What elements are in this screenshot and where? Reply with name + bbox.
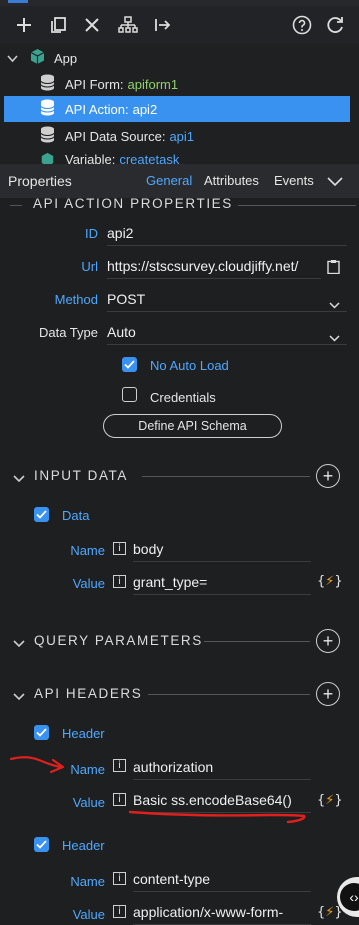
bolt-icon[interactable]: {⚡} xyxy=(317,574,343,589)
tree-node-label: App xyxy=(54,50,78,66)
plus-icon[interactable] xyxy=(13,14,35,36)
chevron-down-icon[interactable] xyxy=(7,51,19,66)
top-strip xyxy=(0,0,359,6)
tab-attributes[interactable]: Attributes xyxy=(204,173,259,188)
credentials-checkbox[interactable] xyxy=(122,387,137,402)
credentials-label: Credentials xyxy=(150,390,216,405)
refresh-icon[interactable] xyxy=(324,14,346,36)
tree-node-variable[interactable]: Variable: createtask xyxy=(0,148,359,164)
close-icon[interactable] xyxy=(81,14,103,36)
properties-title: Properties xyxy=(8,173,72,189)
data-type-select[interactable]: Auto xyxy=(107,321,347,345)
info-icon[interactable]: i xyxy=(113,575,126,588)
name-label: Name xyxy=(70,543,105,558)
database-icon xyxy=(40,126,56,146)
tab-events[interactable]: Events xyxy=(274,173,314,188)
chevron-down-icon[interactable] xyxy=(13,471,25,486)
add-header-button[interactable]: + xyxy=(316,682,340,706)
section-divider xyxy=(142,476,310,477)
tree-node-label: API Data Source: xyxy=(65,128,166,144)
url-label: Url xyxy=(81,259,98,274)
define-api-schema-button[interactable]: Define API Schema xyxy=(103,414,282,438)
data-type-label: Data Type xyxy=(38,325,98,340)
annotation-arrow xyxy=(9,756,65,774)
properties-panel: API ACTION PROPERTIES ID api2 Url https:… xyxy=(0,198,359,925)
tree-node-value: createtask xyxy=(119,152,180,164)
tab-general[interactable]: General xyxy=(146,173,192,188)
section-title-input-data: INPUT DATA xyxy=(34,468,129,483)
chevron-down-icon[interactable] xyxy=(327,175,343,190)
tree-node-value: apiform1 xyxy=(127,76,179,92)
copy-icon[interactable] xyxy=(47,14,69,36)
value-field[interactable]: grant_type= xyxy=(133,571,311,595)
url-field[interactable]: https://stscsurvey.cloudjiffy.net/ xyxy=(107,255,321,279)
database-icon xyxy=(40,99,56,119)
clipboard-icon[interactable] xyxy=(327,259,340,277)
info-icon[interactable]: i xyxy=(113,793,126,806)
name-field[interactable]: authorization xyxy=(133,756,311,780)
value-label: Value xyxy=(72,576,105,591)
component-tree: App API Form: apiform1 API Action: api2 … xyxy=(0,44,359,164)
tree-node-value: api1 xyxy=(169,128,195,144)
tree-node-app[interactable]: App xyxy=(0,45,359,71)
id-field[interactable]: api2 xyxy=(107,222,347,246)
header-group-label: Header xyxy=(62,838,105,853)
cube-icon xyxy=(29,48,47,68)
add-input-data-button[interactable]: + xyxy=(316,464,340,488)
info-icon[interactable]: i xyxy=(113,905,126,918)
section-divider xyxy=(204,641,310,642)
name-label: Name xyxy=(70,874,105,889)
no-auto-load-checkbox[interactable] xyxy=(122,357,137,372)
header-group-label: Header xyxy=(62,726,105,741)
section-title-api-headers: API HEADERS xyxy=(34,686,143,701)
section-title-api-action: API ACTION PROPERTIES xyxy=(33,198,233,211)
database-icon xyxy=(40,74,56,94)
header-checkbox[interactable] xyxy=(34,725,49,740)
section-divider xyxy=(148,694,310,695)
chevron-down-icon[interactable] xyxy=(329,297,340,312)
id-label: ID xyxy=(85,226,98,241)
tree-node-label: API Form: xyxy=(65,76,124,92)
no-auto-load-label: No Auto Load xyxy=(150,358,229,373)
arrow-right-bar-icon[interactable] xyxy=(152,14,174,36)
tree-node-api-form[interactable]: API Form: apiform1 xyxy=(0,71,359,97)
data-group-label: Data xyxy=(62,508,90,523)
name-field[interactable]: body xyxy=(133,538,311,562)
properties-header: Properties General Attributes Events xyxy=(0,164,359,198)
chevron-down-icon[interactable] xyxy=(13,636,25,651)
cube-icon xyxy=(40,152,56,164)
section-title-query-parameters: QUERY PARAMETERS xyxy=(34,633,203,648)
code-icon: ‹› xyxy=(340,883,359,911)
toolbar xyxy=(0,0,359,44)
chevron-down-icon[interactable] xyxy=(329,330,340,345)
value-label: Value xyxy=(72,795,105,810)
chevron-down-icon[interactable] xyxy=(13,689,25,704)
section-divider xyxy=(238,205,356,206)
tree-node-value: api2 xyxy=(132,101,158,117)
name-field[interactable]: content-type xyxy=(133,868,311,892)
section-divider xyxy=(10,205,22,206)
add-query-parameter-button[interactable]: + xyxy=(316,629,340,653)
info-icon[interactable]: i xyxy=(113,872,126,885)
tree-node-api-data-source[interactable]: API Data Source: api1 xyxy=(0,123,359,149)
bolt-icon[interactable]: {⚡} xyxy=(317,793,343,808)
method-select[interactable]: POST xyxy=(107,288,347,312)
annotation-underline xyxy=(128,810,306,824)
value-label: Value xyxy=(72,907,105,922)
tree-node-label: Variable: xyxy=(65,152,116,164)
tree-node-api-action[interactable]: API Action: api2 xyxy=(4,96,350,122)
method-label: Method xyxy=(54,292,98,307)
info-icon[interactable]: i xyxy=(113,759,126,772)
sitemap-icon[interactable] xyxy=(117,14,139,36)
info-icon[interactable]: i xyxy=(113,542,126,555)
tree-node-label: API Action: xyxy=(65,101,129,117)
help-icon[interactable] xyxy=(291,14,313,36)
header-checkbox[interactable] xyxy=(34,837,49,852)
data-checkbox[interactable] xyxy=(34,507,49,522)
value-field[interactable]: application/x-www-form- xyxy=(133,901,311,925)
